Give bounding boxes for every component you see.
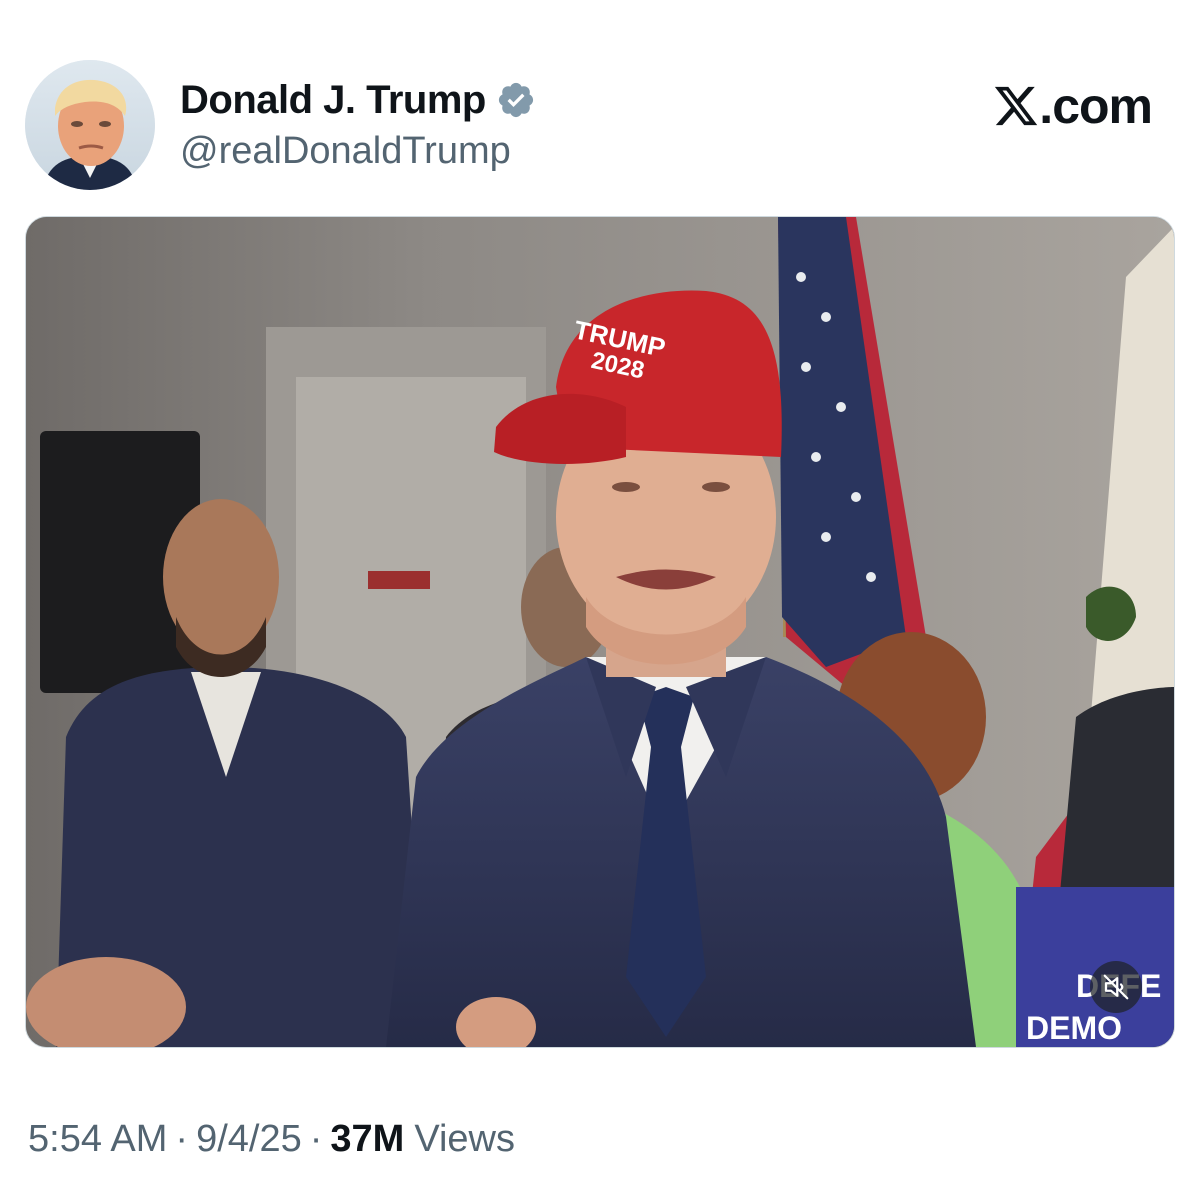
separator-dot: · <box>175 1118 189 1160</box>
brand-domain-text: .com <box>1039 78 1153 134</box>
tweet-header: Donald J. Trump @realDonaldTrump .com <box>0 0 1190 210</box>
brand-watermark: .com <box>991 78 1153 134</box>
tweet-video[interactable]: DEFE DEMO TRUMP 2028 <box>25 216 1175 1048</box>
separator-dot: · <box>309 1118 323 1160</box>
sign-text-line2: DEMO <box>1026 1010 1122 1046</box>
x-logo-icon <box>995 86 1038 126</box>
views-count[interactable]: 37M <box>330 1118 404 1161</box>
author-name-row: Donald J. Trump <box>180 74 536 126</box>
mute-toggle-button[interactable] <box>1090 961 1142 1013</box>
author-handle[interactable]: @realDonaldTrump <box>180 130 511 173</box>
author-display-name[interactable]: Donald J. Trump <box>180 78 486 123</box>
speaker-muted-icon <box>1103 974 1129 1000</box>
tweet-date[interactable]: 9/4/25 <box>196 1118 302 1161</box>
author-avatar[interactable] <box>25 60 155 190</box>
verified-badge-icon <box>496 80 536 120</box>
tweet-time[interactable]: 5:54 AM <box>28 1118 167 1161</box>
tweet-metadata: 5:54 AM · 9/4/25 · 37M Views <box>28 1118 515 1161</box>
views-label: Views <box>414 1118 515 1160</box>
